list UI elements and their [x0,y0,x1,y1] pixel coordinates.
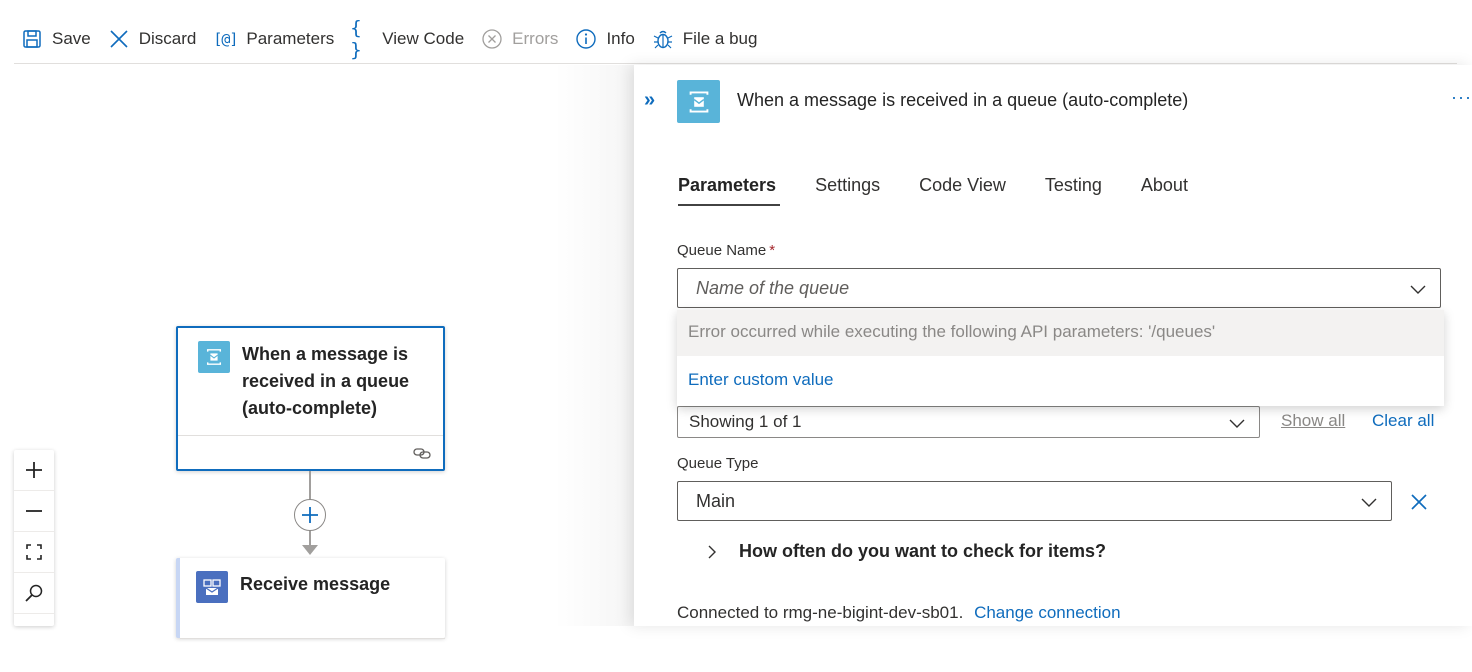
panel-title: When a message is received in a queue (a… [737,90,1189,110]
queue-type-label: Queue Type [677,455,759,472]
details-panel: » When a message is received in a queue … [634,65,1472,626]
chevron-down-icon [1410,285,1426,294]
connection-info: Connected to rmg-ne-bigint-dev-sb01. Cha… [677,603,1121,623]
connection-text: Connected to rmg-ne-bigint-dev-sb01. [677,603,964,622]
receive-message-card[interactable]: Receive message [176,558,445,639]
tab-settings[interactable]: Settings [815,175,880,206]
file-bug-label: File a bug [682,28,758,48]
designer-toolbar: Save Discard [@] Parameters { } View Cod… [14,0,1457,64]
recurrence-expander-label: How often do you want to check for items… [739,541,1107,561]
service-bus-icon [198,341,230,373]
view-code-label: View Code [382,28,465,48]
search-button[interactable] [14,573,54,614]
save-label: Save [52,28,91,48]
discard-button[interactable]: Discard [101,19,207,59]
queue-name-placeholder: Name of the queue [696,277,850,298]
code-braces-icon: { } [350,16,361,61]
error-circle-icon [480,27,504,51]
receive-message-title: Receive message [240,574,391,594]
parameters-button[interactable]: [@] Parameters [206,19,344,59]
workflow-canvas[interactable]: When a message is received in a queue (a… [0,65,634,639]
errors-label: Errors [512,28,559,48]
service-bus-receive-icon [196,571,228,603]
parameters-icon: [@] [213,29,238,48]
chevron-down-icon [1229,419,1245,428]
discard-label: Discard [138,28,197,48]
card-footer [178,435,443,469]
fit-view-icon [26,544,42,560]
tab-parameters[interactable]: Parameters [678,175,781,206]
save-icon [20,27,44,51]
close-icon [107,27,131,51]
required-mark: * [769,242,776,259]
enter-custom-value-option[interactable]: Enter custom value [677,356,1444,406]
parameters-label: Parameters [246,28,335,48]
queue-type-select[interactable]: Main [677,481,1392,521]
zoom-controls [14,450,54,626]
dropdown-error-message: Error occurred while executing the follo… [677,310,1444,356]
zoom-out-button[interactable] [14,491,54,532]
zoom-out-icon [26,510,42,512]
recurrence-expander[interactable]: How often do you want to check for items… [704,541,1106,562]
change-connection-link[interactable]: Change connection [974,603,1121,622]
parameters-filter-select[interactable]: Showing 1 of 1 [677,406,1260,438]
parameters-filter-value: Showing 1 of 1 [689,412,802,431]
queue-name-dropdown: Error occurred while executing the follo… [677,310,1444,406]
chevron-down-icon [1361,498,1377,507]
collapse-panel-button[interactable]: » [644,89,666,111]
panel-tabs: Parameters Settings Code View Testing Ab… [678,175,1227,206]
errors-button[interactable]: Errors [474,19,568,59]
more-options-button[interactable]: ··· [1451,87,1472,108]
info-label: Info [606,28,635,48]
trigger-card[interactable]: When a message is received in a queue (a… [176,326,445,471]
info-button[interactable]: Info [568,19,644,59]
remove-parameter-icon[interactable] [1409,492,1429,512]
save-button[interactable]: Save [14,19,101,59]
connector-arrow [302,545,318,555]
show-all-link[interactable]: Show all [1281,411,1345,431]
queue-type-value: Main [696,490,736,511]
tab-testing[interactable]: Testing [1045,175,1102,206]
zoom-in-icon [26,462,42,478]
bug-icon [651,27,675,51]
card-footer [180,638,445,672]
service-bus-icon [677,80,720,123]
clear-all-link[interactable]: Clear all [1372,411,1434,431]
info-icon [574,27,598,51]
zoom-in-button[interactable] [14,450,54,491]
file-bug-button[interactable]: File a bug [645,19,768,59]
trigger-card-title: When a message is received in a queue (a… [242,344,410,418]
plus-icon [302,507,318,523]
tab-code-view[interactable]: Code View [919,175,1006,206]
tab-about[interactable]: About [1141,175,1188,206]
chevron-right-icon [708,545,716,558]
queue-name-combobox[interactable]: Name of the queue [677,268,1441,308]
fit-view-button[interactable] [14,532,54,573]
search-icon [25,584,43,602]
add-step-button[interactable] [294,499,326,531]
view-code-button[interactable]: { } View Code [344,16,474,61]
link-icon [413,444,431,462]
queue-name-label: Queue Name * [677,242,776,259]
